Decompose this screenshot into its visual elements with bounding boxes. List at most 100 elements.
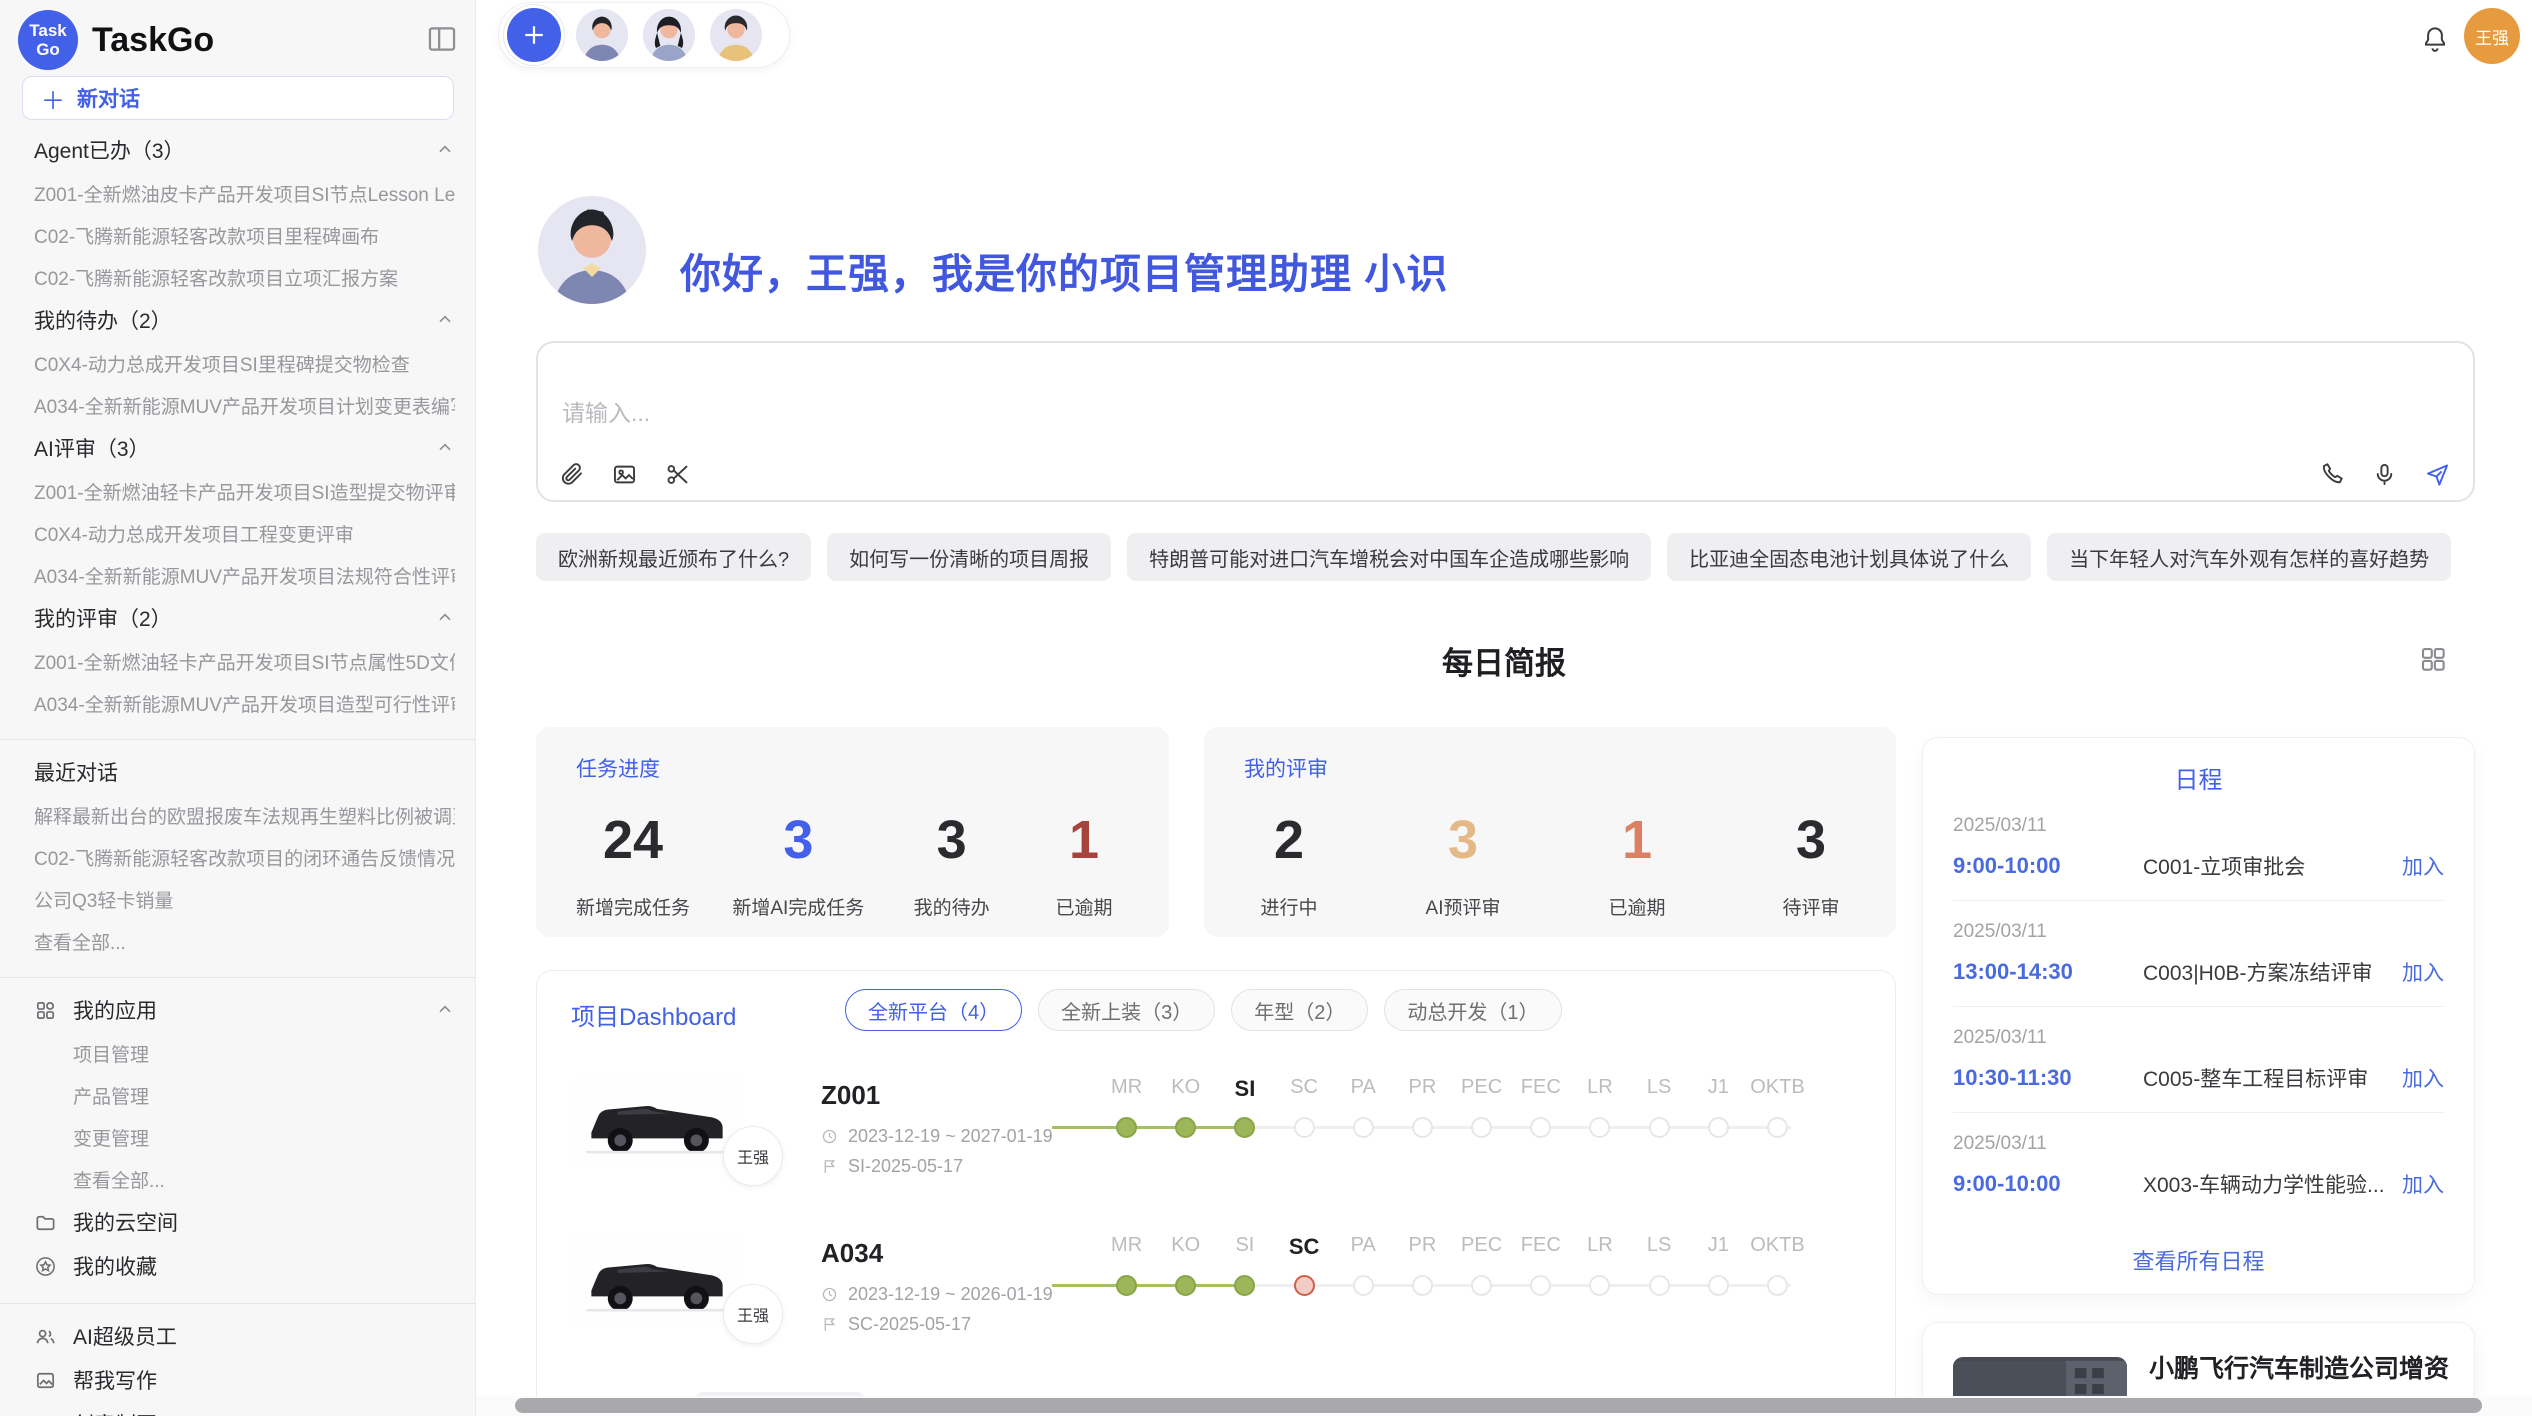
stat-label: AI预评审 [1426,893,1501,920]
paperclip-icon[interactable] [558,461,585,488]
list-item[interactable]: A034-全新新能源MUV产品开发项目造型可行性评审 [34,682,455,724]
sidebar-item-product-mgmt[interactable]: 产品管理 [34,1074,455,1116]
add-agent-button[interactable] [507,8,561,62]
suggestion-chip[interactable]: 当下年轻人对汽车外观有怎样的喜好趋势 [2047,533,2451,581]
project-dates: 2023-12-19 ~ 2026-01-19 [821,1284,1053,1305]
filter-chip[interactable]: 动总开发（1） [1384,989,1561,1031]
project-row[interactable]: 王强 Z001 2023-12-19 ~ 2027-01-19 SI-2025-… [537,1076,1895,1226]
milestone-dot [1767,1117,1788,1138]
milestone-label: KO [1156,1234,1215,1260]
agent-avatar[interactable] [710,9,762,61]
suggestion-chip[interactable]: 比亚迪全固态电池计划具体说了什么 [1667,533,2031,581]
milestone-dot [1589,1117,1610,1138]
milestone-label: PR [1393,1076,1452,1102]
suggestion-chip[interactable]: 如何写一份清晰的项目周报 [827,533,1111,581]
agent-avatar[interactable] [643,9,695,61]
filter-chip[interactable]: 全新平台（4） [845,989,1022,1031]
view-all-schedule-link[interactable]: 查看所有日程 [1953,1244,2444,1276]
join-link[interactable]: 加入 [2402,957,2444,987]
sidebar-header: Task Go TaskGo [18,10,214,70]
milestone-dot-done [1116,1275,1137,1296]
phone-icon[interactable] [2318,461,2345,488]
project-row[interactable]: 王强 A034 2023-12-19 ~ 2026-01-19 SC-2025-… [537,1234,1895,1384]
schedule-time: 13:00-14:30 [1953,959,2143,985]
favorites-label: 我的收藏 [73,1251,157,1281]
list-item[interactable]: Z001-全新燃油轻卡产品开发项目SI造型提交物评审 [34,470,455,512]
list-item[interactable]: C02-飞腾新能源轻客改款项目的闭环通告反馈情况 [34,836,455,878]
list-item[interactable]: 解释最新出台的欧盟报废车法规再生塑料比例被调至15%... [34,794,455,836]
my-review-card: 我的评审 2进行中 3AI预评审 1已逾期 3待评审 [1204,727,1896,937]
stat-label: 进行中 [1260,893,1317,920]
schedule-item: 2025/03/11 9:00-10:00 C001-立项审批会 加入 [1953,795,2444,901]
join-link[interactable]: 加入 [2402,851,2444,881]
list-item[interactable]: A034-全新新能源MUV产品开发项目计划变更表编写 [34,384,455,426]
image-icon[interactable] [611,461,638,488]
sidebar-item-ai-super-staff[interactable]: AI超级员工 [34,1314,455,1358]
view-all-link[interactable]: 查看全部... [34,920,455,962]
pen-icon [34,1413,57,1416]
mic-icon[interactable] [2371,461,2398,488]
ai-super-staff-label: AI超级员工 [73,1321,177,1351]
list-item[interactable]: Z001-全新燃油轻卡产品开发项目SI节点属性5D文件评审 [34,640,455,682]
milestone-dot [1353,1117,1374,1138]
project-dashboard-card: 项目Dashboard 全新平台（4） 全新上装（3） 年型（2） 动总开发（1… [536,970,1896,1416]
section-title: AI评审（3） [34,433,150,463]
sidebar-item-creative-draw[interactable]: 创意制图 [34,1402,455,1416]
list-item[interactable]: Z001-全新燃油皮卡产品开发项目SI节点Lesson Learn报告 [34,172,455,214]
milestone-label-active: SI [1215,1076,1274,1102]
section-agent-done[interactable]: Agent已办（3） [34,128,455,172]
card-title: 我的评审 [1244,753,1856,783]
grid-icon [34,999,57,1022]
stat-label: 待评审 [1782,893,1839,920]
milestone-dots [1097,1266,1807,1306]
message-input[interactable] [560,399,1764,428]
list-item[interactable]: C0X4-动力总成开发项目SI里程碑提交物检查 [34,342,455,384]
creative-draw-label: 创意制图 [73,1409,157,1416]
layout-grid-icon[interactable] [2418,644,2448,674]
sidebar-item-project-mgmt[interactable]: 项目管理 [34,1032,455,1074]
sidebar-item-favorites[interactable]: 我的收藏 [34,1244,455,1288]
suggestion-chip[interactable]: 欧洲新规最近颁布了什么? [536,533,811,581]
section-ai-review[interactable]: AI评审（3） [34,426,455,470]
stat-value: 1 [1069,805,1099,875]
sidebar-collapse-icon[interactable] [425,22,459,56]
new-chat-button[interactable]: ＋ 新对话 [22,76,454,120]
sidebar-item-cloud-space[interactable]: 我的云空间 [34,1200,455,1244]
schedule-date: 2025/03/11 [1953,921,2444,943]
bell-icon[interactable] [2420,24,2450,54]
list-item[interactable]: A034-全新新能源MUV产品开发项目法规符合性评审 [34,554,455,596]
flag-text: SC-2025-05-17 [848,1314,971,1335]
milestone-dot-done [1175,1117,1196,1138]
suggestion-chip[interactable]: 特朗普可能对进口汽车增税会对中国车企造成哪些影响 [1127,533,1651,581]
list-item[interactable]: C02-飞腾新能源轻客改款项目立项汇报方案 [34,256,455,298]
project-owner-badge: 王强 [723,1126,783,1186]
agent-avatar[interactable] [576,9,628,61]
sidebar-item-help-write[interactable]: 帮我写作 [34,1358,455,1402]
chevron-up-icon [435,1000,455,1020]
user-avatar[interactable]: 王强 [2464,8,2520,64]
join-link[interactable]: 加入 [2402,1063,2444,1093]
filter-chip[interactable]: 年型（2） [1231,989,1368,1031]
sidebar-item-change-mgmt[interactable]: 变更管理 [34,1116,455,1158]
project-owner-badge: 王强 [723,1284,783,1344]
view-all-link[interactable]: 查看全部... [34,1158,455,1200]
schedule-name: X003-车辆动力学性能验... [2143,1169,2402,1199]
send-icon[interactable] [2424,461,2451,488]
milestone-dot [1471,1117,1492,1138]
filter-chip[interactable]: 全新上装（3） [1038,989,1215,1031]
section-my-todo[interactable]: 我的待办（2） [34,298,455,342]
sidebar-item-my-apps[interactable]: 我的应用 [34,988,455,1032]
dates-text: 2023-12-19 ~ 2026-01-19 [848,1284,1053,1305]
list-item[interactable]: 公司Q3轻卡销量 [34,878,455,920]
scissors-icon[interactable] [664,461,691,488]
list-item[interactable]: C0X4-动力总成开发项目工程变更评审 [34,512,455,554]
agent-switcher [498,2,790,68]
flag-text: SI-2025-05-17 [848,1156,963,1177]
horizontal-scrollbar-thumb[interactable] [515,1398,2482,1413]
owner-name: 王强 [737,1144,769,1168]
section-my-review[interactable]: 我的评审（2） [34,596,455,640]
clock-icon [821,1286,838,1303]
join-link[interactable]: 加入 [2402,1169,2444,1199]
list-item[interactable]: C02-飞腾新能源轻客改款项目里程碑画布 [34,214,455,256]
milestone-label: FEC [1511,1076,1570,1102]
